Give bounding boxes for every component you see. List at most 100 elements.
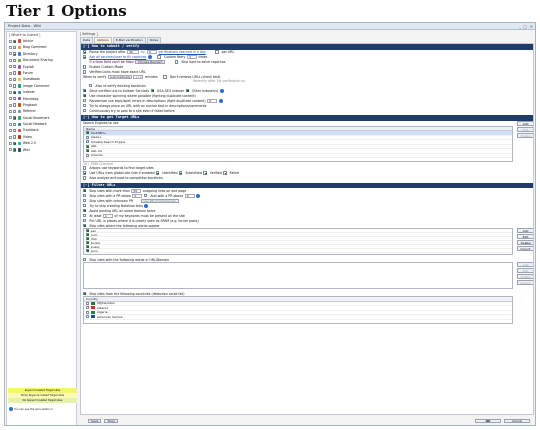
engine-checkbox[interactable]	[86, 131, 90, 135]
import-url-word-button[interactable]: Import	[517, 280, 533, 285]
engine-type-checkbox[interactable]	[13, 97, 17, 101]
use-site-lists-checkbox[interactable]	[83, 171, 87, 175]
delete-engine-button[interactable]: Delete	[517, 132, 533, 138]
failed-checkbox[interactable]	[223, 171, 227, 175]
engine-row[interactable]: Arianna	[84, 153, 512, 158]
search-engine-list[interactable]: Name SouthEU+ Alexa+ Amazial Search Engine…	[83, 125, 513, 162]
bad-word-checkbox[interactable]	[86, 248, 90, 253]
bad-word-checkbox[interactable]	[86, 240, 90, 245]
info-icon[interactable]	[196, 193, 201, 198]
ask-captcha-link[interactable]: Ask all services/user to fill captchas	[89, 55, 146, 59]
analyse-checkbox[interactable]	[83, 176, 87, 180]
add-engine-button[interactable]: Add	[517, 120, 533, 126]
country-checkbox[interactable]	[86, 301, 90, 305]
expand-icon[interactable]	[9, 84, 12, 88]
tools-button[interactable]: Tools	[104, 419, 118, 423]
pause-value-input[interactable]: 30	[127, 50, 140, 54]
unknown-pr-checkbox[interactable]	[83, 198, 87, 203]
expand-icon[interactable]	[9, 148, 12, 152]
continuous-checkbox[interactable]	[83, 108, 87, 113]
randomize-input[interactable]: 0	[207, 98, 218, 103]
engine-type-checkbox[interactable]	[13, 65, 17, 69]
edit-word-button[interactable]: Edit	[517, 234, 533, 239]
try-always-checkbox[interactable]	[83, 103, 87, 108]
expand-icon[interactable]	[9, 52, 12, 56]
info-icon[interactable]	[219, 88, 224, 93]
edit-url-word-button[interactable]: Edit	[517, 268, 533, 273]
cancel-button[interactable]: Cancel	[504, 419, 530, 423]
expand-icon[interactable]	[9, 90, 12, 94]
expand-icon[interactable]	[9, 58, 12, 62]
skip-more-checkbox[interactable]	[83, 188, 87, 193]
bad-word-checkbox[interactable]	[86, 236, 90, 241]
engine-type-checkbox[interactable]	[13, 135, 17, 139]
expand-icon[interactable]	[9, 78, 12, 82]
and-pr-input[interactable]: 0	[184, 193, 195, 198]
ok-button[interactable]: OK	[475, 419, 501, 423]
skip-url-checkbox[interactable]	[83, 257, 87, 262]
engine-type-checkbox[interactable]	[13, 128, 17, 133]
bad-word-checkbox[interactable]	[86, 244, 90, 249]
at-least-checkbox[interactable]	[83, 213, 87, 218]
when-verify-select[interactable]: Automatically	[107, 75, 132, 79]
bad-word-checkbox[interactable]	[86, 232, 90, 237]
engine-type-checkbox[interactable]	[13, 84, 17, 88]
dont-remove-checkbox[interactable]	[163, 75, 167, 79]
verified-links-checkbox[interactable]	[83, 70, 87, 74]
engine-checkbox[interactable]	[86, 135, 90, 139]
custom-retry-input[interactable]: 3	[186, 55, 197, 59]
bad-words-list[interactable]: sex cum dick boobs pussy porn	[83, 228, 513, 255]
expand-icon[interactable]	[9, 135, 12, 139]
identified-checkbox[interactable]	[156, 171, 160, 175]
expand-icon[interactable]	[9, 71, 12, 75]
gsa-indexer-checkbox[interactable]	[150, 88, 155, 93]
engine-checkbox[interactable]	[86, 153, 90, 157]
engine-type-checkbox[interactable]	[13, 141, 17, 146]
skip-more-input[interactable]: 50	[131, 188, 142, 193]
and-pr-checkbox[interactable]	[143, 193, 148, 198]
engine-checkbox[interactable]	[86, 149, 90, 153]
expand-icon[interactable]	[9, 122, 12, 126]
expand-icon[interactable]	[9, 103, 12, 107]
expand-icon[interactable]	[9, 39, 12, 43]
skip-hard-checkbox[interactable]	[174, 60, 179, 64]
engine-type-checkbox[interactable]	[13, 58, 17, 63]
engine-type-item[interactable]: Wiki	[7, 147, 76, 153]
expand-icon[interactable]	[9, 129, 12, 133]
engine-type-checkbox[interactable]	[13, 90, 17, 95]
always-kw-checkbox[interactable]	[83, 166, 87, 170]
minimize-icon[interactable]: _	[519, 23, 521, 30]
engine-checkbox[interactable]	[86, 140, 90, 144]
custom-retry-checkbox[interactable]	[157, 55, 161, 59]
country-checkbox[interactable]	[86, 315, 90, 319]
engine-checkbox[interactable]	[86, 144, 90, 149]
add-url-word-button[interactable]: Add	[517, 262, 533, 267]
skip-pr-checkbox[interactable]	[83, 193, 87, 198]
spin-checkbox[interactable]	[83, 93, 87, 98]
engine-type-checkbox[interactable]	[13, 103, 17, 107]
expand-icon[interactable]	[9, 65, 12, 69]
expand-icon[interactable]	[9, 109, 12, 113]
submitted-checkbox[interactable]	[178, 171, 183, 175]
expand-icon[interactable]	[9, 46, 12, 50]
pause-variation-input[interactable]: 0	[147, 50, 158, 54]
country-list[interactable]: Country Afghanistan Albania Algeria America…	[83, 296, 513, 324]
bad-words-checkbox[interactable]	[83, 223, 87, 228]
delete-url-word-button[interactable]: Delete	[517, 274, 533, 279]
other-indexers-checkbox[interactable]	[185, 88, 190, 93]
country-row[interactable]: American Samoa	[84, 315, 512, 320]
url-words-list[interactable]	[83, 262, 513, 289]
per-url-checkbox[interactable]	[215, 50, 219, 54]
engine-type-checkbox[interactable]	[13, 52, 17, 56]
close-icon[interactable]: ✕	[530, 23, 533, 30]
expand-icon[interactable]	[9, 141, 12, 145]
randomize-checkbox[interactable]	[83, 98, 87, 103]
import-word-button[interactable]: Import	[517, 246, 533, 251]
use-pr-button[interactable]: use PR of top/Domain	[140, 198, 180, 203]
country-checkbox[interactable]	[86, 306, 90, 310]
reverify-checkbox[interactable]	[89, 83, 93, 88]
expand-icon[interactable]	[9, 97, 12, 101]
engine-type-checkbox[interactable]	[13, 148, 17, 152]
country-checkbox[interactable]	[86, 310, 90, 314]
at-least-input[interactable]: 1	[103, 213, 113, 218]
